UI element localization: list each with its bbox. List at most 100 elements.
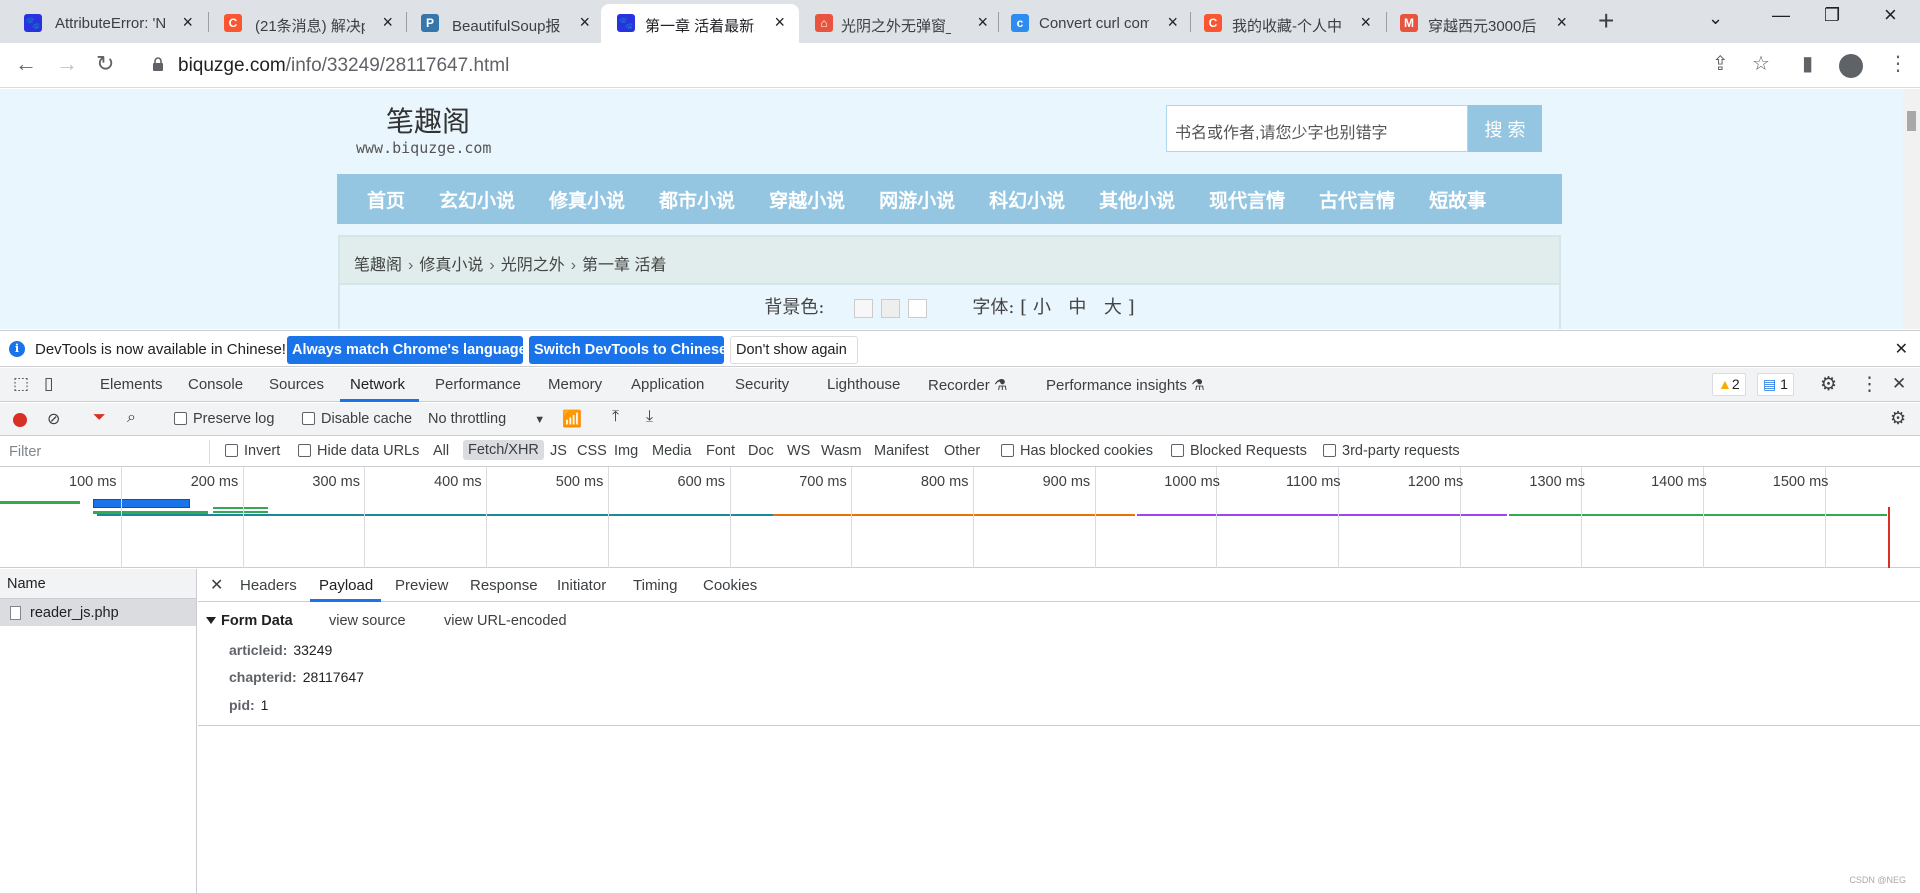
filter-type-wasm[interactable]: Wasm <box>821 443 862 459</box>
filter-type-js[interactable]: JS <box>550 443 567 459</box>
invert-checkbox[interactable]: Invert <box>225 443 280 459</box>
checkbox[interactable] <box>1171 444 1184 457</box>
always-match-language-button[interactable]: Always match Chrome's language <box>287 336 527 364</box>
new-tab-button[interactable]: + <box>1598 6 1614 36</box>
network-settings-gear-icon[interactable]: ⚙ <box>1890 408 1906 429</box>
search-icon[interactable]: ⌕ <box>127 409 136 427</box>
has-blocked-cookies-checkbox[interactable]: Has blocked cookies <box>1001 443 1153 459</box>
clear-icon[interactable]: ⊘ <box>47 409 60 429</box>
filter-type-ws[interactable]: WS <box>787 443 810 459</box>
settings-gear-icon[interactable]: ⚙ <box>1820 373 1837 396</box>
messages-badge[interactable]: ▤ 1 <box>1757 373 1794 396</box>
view-source-link[interactable]: view source <box>329 613 406 629</box>
checkbox[interactable] <box>174 412 187 425</box>
form-data-section-toggle[interactable]: Form Data <box>206 613 293 629</box>
hide-data-urls-checkbox[interactable]: Hide data URLs <box>298 443 419 459</box>
filter-type-img[interactable]: Img <box>614 443 638 459</box>
switch-devtools-chinese-button[interactable]: Switch DevTools to Chinese <box>529 336 727 364</box>
checkbox[interactable] <box>1323 444 1336 457</box>
third-party-requests-checkbox[interactable]: 3rd-party requests <box>1323 443 1460 459</box>
bg-swatch[interactable] <box>880 298 900 318</box>
device-toolbar-icon[interactable]: ▯ <box>44 374 53 394</box>
browser-tab[interactable]: c Convert curl com × <box>993 4 1192 43</box>
tab-lighthouse[interactable]: Lighthouse <box>827 376 900 393</box>
browser-tab[interactable]: C (21条消息) 解决p × <box>200 4 407 43</box>
nav-item[interactable]: 修真小说 <box>549 186 625 213</box>
tab-performance-insights[interactable]: Performance insights ⚗ <box>1046 376 1205 394</box>
font-small-link[interactable]: 小 <box>1033 297 1051 318</box>
browser-tab[interactable]: M 穿越西元3000后 × <box>1382 4 1581 43</box>
dont-show-again-button[interactable]: Don't show again <box>730 336 858 364</box>
filter-type-doc[interactable]: Doc <box>748 443 774 459</box>
close-devtools-icon[interactable]: ✕ <box>1892 374 1906 394</box>
detail-tab-cookies[interactable]: Cookies <box>703 577 757 594</box>
devtools-menu-icon[interactable]: ⋮ <box>1860 373 1879 396</box>
inspect-element-icon[interactable]: ⬚ <box>13 374 29 394</box>
search-button[interactable]: 搜 索 <box>1468 105 1542 152</box>
nav-item[interactable]: 都市小说 <box>659 186 735 213</box>
filter-input[interactable]: Filter <box>3 440 210 464</box>
checkbox[interactable] <box>225 444 238 457</box>
font-medium-link[interactable]: 中 <box>1068 297 1086 318</box>
filter-type-media[interactable]: Media <box>652 443 692 459</box>
bookmark-star-icon[interactable]: ☆ <box>1752 53 1770 75</box>
menu-kebab-icon[interactable]: ⋮ <box>1888 53 1908 75</box>
throttling-select[interactable]: No throttling ▼ <box>428 411 545 427</box>
close-icon[interactable]: × <box>977 13 988 31</box>
tab-recorder[interactable]: Recorder ⚗ <box>928 376 1007 394</box>
network-conditions-icon[interactable]: 📶 <box>562 409 582 429</box>
export-har-icon[interactable]: ⤓ <box>646 408 653 426</box>
page-scrollbar[interactable] <box>1903 89 1920 329</box>
browser-tab[interactable]: ⌂ 光阴之外无弹窗_ × <box>795 4 1002 43</box>
tab-memory[interactable]: Memory <box>548 376 602 393</box>
checkbox[interactable] <box>302 412 315 425</box>
nav-item[interactable]: 玄幻小说 <box>439 186 515 213</box>
back-button[interactable]: ← <box>15 52 37 76</box>
browser-tab[interactable]: C 我的收藏-个人中心 × <box>1186 4 1385 43</box>
nav-item[interactable]: 网游小说 <box>879 186 955 213</box>
name-column-header[interactable]: Name <box>0 569 196 599</box>
nav-item[interactable]: 科幻小说 <box>989 186 1065 213</box>
reload-button[interactable]: ↻ <box>96 52 114 76</box>
detail-tab-payload[interactable]: Payload <box>319 577 373 594</box>
disable-cache-checkbox[interactable]: Disable cache <box>302 411 412 427</box>
address-bar[interactable]: biquzge.com/info/33249/28117647.html <box>140 48 1740 82</box>
nav-item[interactable]: 穿越小说 <box>769 186 845 213</box>
tab-search-chevron-icon[interactable]: ⌄ <box>1708 8 1723 29</box>
record-button[interactable] <box>13 413 27 427</box>
filter-type-font[interactable]: Font <box>706 443 735 459</box>
detail-tab-headers[interactable]: Headers <box>240 577 297 594</box>
browser-tab[interactable]: 🐾 AttributeError: 'N × <box>0 4 207 43</box>
tab-elements[interactable]: Elements <box>100 376 163 393</box>
forward-button[interactable]: → <box>56 52 78 76</box>
filter-type-fetch-xhr[interactable]: Fetch/XHR <box>463 440 544 460</box>
restore-button[interactable]: ❐ <box>1824 5 1840 26</box>
tab-network[interactable]: Network <box>350 376 405 393</box>
filter-type-all[interactable]: All <box>433 443 449 459</box>
minimize-button[interactable]: — <box>1772 5 1790 26</box>
browser-tab-active[interactable]: 🐾 第一章 活着最新章 × <box>601 4 799 43</box>
site-logo[interactable]: 笔趣阁 <box>386 100 470 140</box>
close-icon[interactable]: × <box>382 13 393 31</box>
nav-item[interactable]: 其他小说 <box>1099 186 1175 213</box>
network-timeline-overview[interactable]: 100 ms 200 ms 300 ms 400 ms 500 ms 600 ms 700 … <box>0 467 1920 568</box>
tab-performance[interactable]: Performance <box>435 376 521 393</box>
filter-type-other[interactable]: Other <box>944 443 980 459</box>
request-row[interactable]: reader_js.php <box>0 599 196 626</box>
close-detail-icon[interactable]: ✕ <box>210 575 223 595</box>
scrollbar-thumb[interactable] <box>1907 111 1916 131</box>
filter-type-css[interactable]: CSS <box>577 443 607 459</box>
detail-tab-timing[interactable]: Timing <box>633 577 677 594</box>
close-icon[interactable]: × <box>1167 13 1178 31</box>
breadcrumb-link[interactable]: 光阴之外 <box>501 257 565 274</box>
close-icon[interactable]: × <box>1556 13 1567 31</box>
checkbox[interactable] <box>1001 444 1014 457</box>
breadcrumb-link[interactable]: 修真小说 <box>419 257 483 274</box>
preserve-log-checkbox[interactable]: Preserve log <box>174 411 274 427</box>
filter-funnel-icon[interactable]: ⏷ <box>93 409 106 427</box>
close-icon[interactable]: ✕ <box>1895 339 1908 359</box>
filter-type-manifest[interactable]: Manifest <box>874 443 929 459</box>
tab-application[interactable]: Application <box>631 376 704 393</box>
search-input[interactable]: 书名或作者,请您少字也别错字 <box>1166 105 1468 152</box>
browser-tab[interactable]: P BeautifulSoup报 × <box>397 4 604 43</box>
